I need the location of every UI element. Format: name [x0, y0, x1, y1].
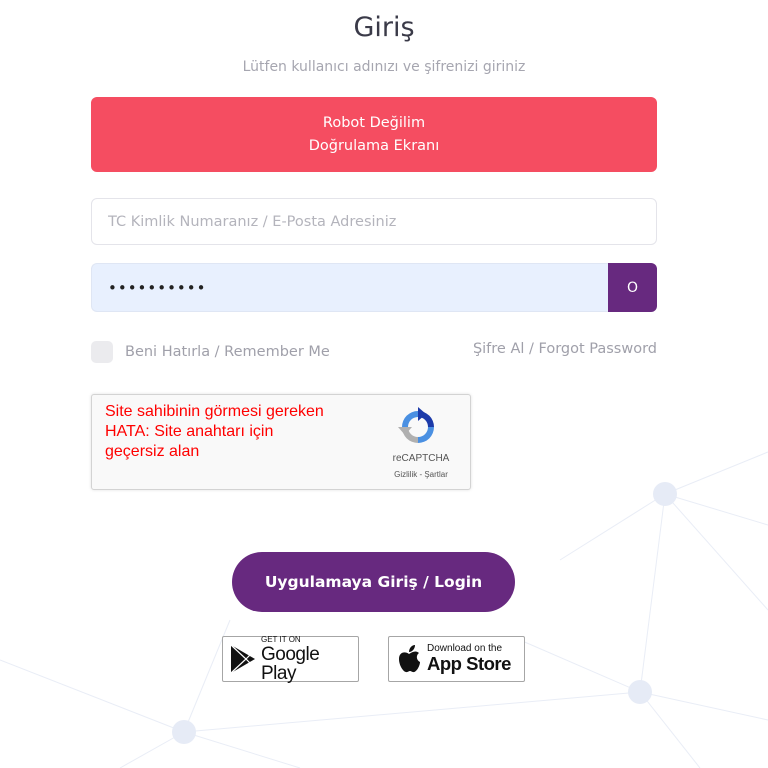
apple-icon	[399, 645, 420, 673]
google-play-big-text: Google Play	[261, 643, 320, 684]
captcha-error-text: Site sahibinin görmesi gereken HATA: Sit…	[105, 403, 324, 460]
remember-me-label: Beni Hatırla / Remember Me	[125, 344, 330, 360]
recaptcha-privacy-terms-links[interactable]: Gizlilik - Şartlar	[372, 470, 470, 479]
page-title: Giriş	[353, 12, 415, 43]
tc-email-input[interactable]	[91, 198, 657, 245]
google-play-small-text: GET IT ON	[261, 634, 301, 644]
robot-verification-button[interactable]: Robot Değilim Doğrulama Ekranı	[91, 97, 657, 172]
remember-me-control[interactable]: Beni Hatırla / Remember Me	[91, 340, 330, 364]
robot-button-line2: Doğrulama Ekranı	[308, 137, 440, 154]
show-password-button[interactable]: O	[608, 263, 657, 312]
password-group: O	[91, 263, 657, 312]
google-play-badge[interactable]: GET IT ON Google Play	[222, 634, 359, 684]
recaptcha-brand: reCAPTCHA	[392, 453, 450, 464]
app-store-badge[interactable]: Download on the App Store	[388, 636, 525, 682]
recaptcha-logo-icon	[398, 407, 434, 443]
page-subtitle: Lütfen kullanıcı adınızı ve şifrenizi gi…	[242, 59, 526, 75]
robot-button-line1: Robot Değilim	[322, 114, 426, 131]
remember-me-checkbox[interactable]	[91, 341, 113, 363]
forgot-password-link[interactable]: Şifre Al / Forgot Password	[473, 341, 657, 357]
password-input[interactable]	[91, 263, 608, 312]
login-button[interactable]: Uygulamaya Giriş / Login	[232, 552, 515, 612]
app-store-big-text: App Store	[427, 653, 511, 675]
recaptcha-widget[interactable]: Site sahibinin görmesi gereken HATA: Sit…	[91, 394, 471, 490]
google-play-icon	[230, 644, 255, 674]
